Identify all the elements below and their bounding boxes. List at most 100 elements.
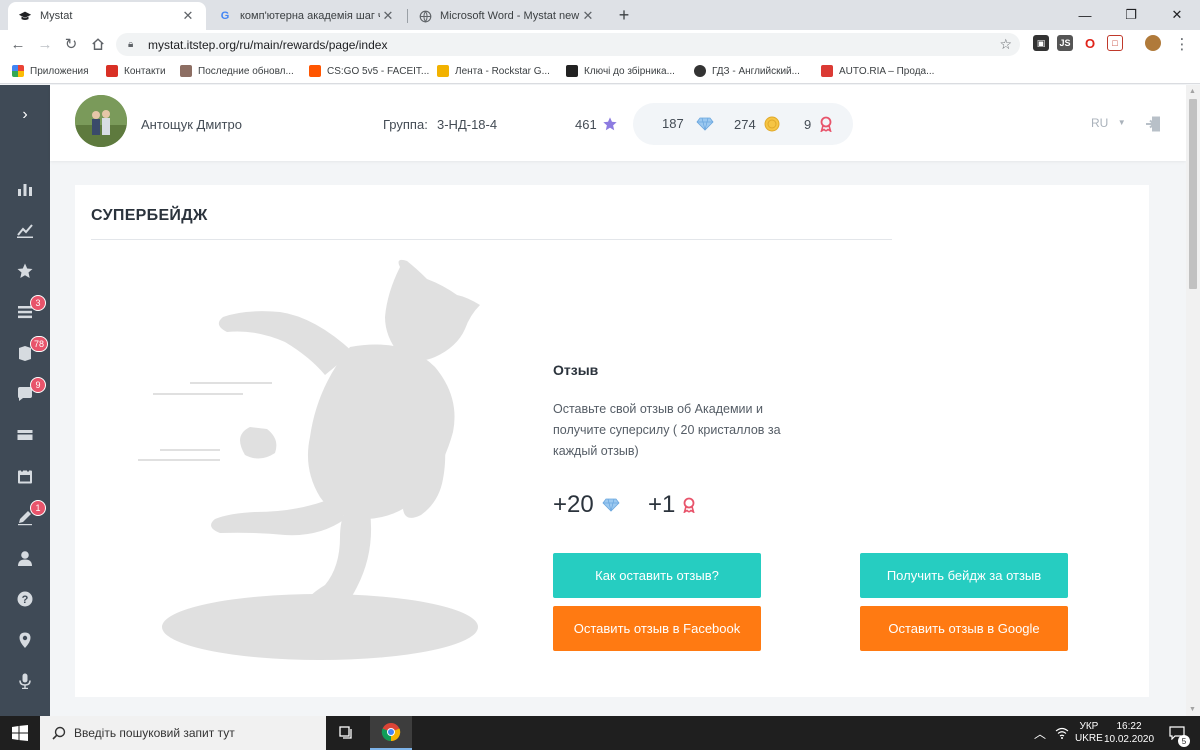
line-chart-icon (17, 224, 33, 238)
bookmark-favicon-icon (180, 65, 192, 77)
home-icon[interactable] (88, 34, 108, 54)
car-icon (821, 65, 833, 77)
language-selector[interactable]: RU ▼ (1091, 116, 1126, 130)
address-bar[interactable]: 🔒︎ mystat.itstep.org/ru/main/rewards/pag… (116, 33, 1020, 56)
sidebar-item-reviews[interactable]: 1 (0, 497, 50, 537)
superbadge-card: СУПЕРБЕЙДЖ Отзыв Оставьте свой отзыв об … (75, 185, 1149, 697)
bookmark-item[interactable]: Контакти (106, 63, 166, 79)
sidebar-item-library[interactable]: 78 (0, 333, 50, 373)
close-tab-icon[interactable]: ✕ (580, 8, 596, 24)
sidebar-item-profile[interactable] (0, 538, 50, 578)
bookmark-favicon-icon (566, 65, 578, 77)
close-tab-icon[interactable]: ✕ (180, 8, 196, 24)
calendar-icon (18, 468, 32, 484)
star-icon (603, 117, 617, 131)
bookmark-favicon-icon (694, 65, 706, 77)
tab-title: Microsoft Word - Mystat new (440, 10, 580, 22)
task-view-icon[interactable] (326, 716, 368, 750)
opera-icon[interactable]: O (1082, 35, 1098, 51)
bookmark-star-icon[interactable]: ☆ (999, 36, 1012, 53)
browser-tab-strip: Mystat ✕ G комп'ютерна академія шаг черк… (0, 0, 1200, 30)
chevron-down-icon: ▼ (1117, 118, 1126, 127)
location-icon (19, 632, 31, 648)
credit-card-icon (17, 430, 33, 440)
minimize-icon[interactable]: — (1062, 0, 1108, 30)
notification-center-icon[interactable]: 5 (1164, 716, 1190, 750)
bear-mascot-illustration (135, 257, 495, 667)
clock[interactable]: 16:22 10.02.2020 (1104, 716, 1154, 750)
profile-avatar[interactable] (1145, 35, 1161, 51)
bar-chart-icon (18, 184, 32, 196)
forward-arrow-icon[interactable]: → (35, 34, 55, 54)
scroll-down-icon[interactable]: ▼ (1189, 706, 1196, 713)
award-ribbon-icon (683, 497, 695, 513)
sidebar-item-homework[interactable]: 3 (0, 292, 50, 332)
scroll-thumb[interactable] (1189, 99, 1197, 289)
google-review-button[interactable]: Оставить отзыв в Google (860, 606, 1068, 651)
browser-toolbar: ← → ↻ 🔒︎ mystat.itstep.org/ru/main/rewar… (0, 30, 1200, 58)
chrome-taskbar-icon[interactable] (370, 716, 412, 750)
crystals-counter: 187 (662, 116, 714, 131)
tab-google-search[interactable]: G комп'ютерна академія шаг черк ✕ (208, 2, 406, 30)
extension-icon[interactable]: □ (1107, 35, 1123, 51)
search-placeholder: Введіть пошуковий запит тут (74, 726, 235, 740)
bookmark-label: CS:GO 5v5 - FACEIT... (327, 65, 430, 77)
page-scrollbar[interactable]: ▲ ▼ (1186, 85, 1200, 716)
tab-mystat[interactable]: Mystat ✕ (8, 2, 206, 30)
sidebar-expand-chevron-icon[interactable]: › (0, 85, 50, 145)
crystal-icon (602, 498, 620, 512)
sidebar-item-help[interactable]: ? (0, 579, 50, 619)
bookmark-item[interactable]: ГДЗ - Английский... (694, 63, 800, 79)
sidebar-item-feedback[interactable] (0, 661, 50, 701)
sidebar-item-rewards[interactable] (0, 251, 50, 291)
badge-name: Отзыв (553, 362, 599, 378)
microphone-icon (19, 673, 31, 689)
get-badge-button[interactable]: Получить бейдж за отзыв (860, 553, 1068, 598)
bookmark-item[interactable]: Приложения (12, 63, 89, 79)
how-to-review-button[interactable]: Как оставить отзыв? (553, 553, 761, 598)
user-header: Антощук Дмитро Группа: 3-НД-18-4 461 187… (50, 85, 1186, 161)
bookmark-item[interactable]: AUTO.RIA – Прода... (821, 63, 934, 79)
tab-word-doc[interactable]: Microsoft Word - Mystat new ✕ (408, 2, 606, 30)
sidebar-item-statistics[interactable] (0, 169, 50, 209)
taskbar-search-input[interactable]: Введіть пошуковий запит тут (40, 716, 326, 750)
sidebar-item-messages[interactable]: 9 (0, 374, 50, 414)
bookmark-label: Лента - Rockstar G... (455, 65, 550, 77)
google-icon: G (220, 10, 230, 22)
bookmark-label: AUTO.RIA – Прода... (839, 65, 935, 77)
bookmark-item[interactable]: Последние обновл... (180, 63, 294, 79)
tray-overflow-chevron-icon[interactable]: ︿ (1034, 716, 1046, 750)
sidebar-item-payments[interactable] (0, 415, 50, 455)
close-window-icon[interactable]: ✕ (1154, 0, 1200, 30)
restore-icon[interactable]: ❐ (1108, 0, 1154, 30)
menu-dots-icon[interactable]: ⋮ (1172, 34, 1192, 54)
bookmark-label: Последние обновл... (198, 65, 294, 77)
tab-title: Mystat (40, 10, 73, 22)
user-icon (18, 551, 32, 566)
group-label: Группа: (383, 117, 428, 132)
extension-icon[interactable]: ▣ (1033, 35, 1049, 51)
bookmark-item[interactable]: CS:GO 5v5 - FACEIT... (309, 63, 429, 79)
scroll-up-icon[interactable]: ▲ (1189, 88, 1196, 95)
avatar[interactable] (75, 95, 127, 147)
input-language-indicator[interactable]: УКР UKRE (1075, 716, 1103, 750)
sidebar-item-contacts[interactable] (0, 620, 50, 660)
crystals-count: 187 (662, 116, 684, 131)
facebook-review-button[interactable]: Оставить отзыв в Facebook (553, 606, 761, 651)
bookmarks-bar: Приложения Контакти Последние обновл... … (0, 58, 1200, 84)
sidebar-item-schedule[interactable] (0, 456, 50, 496)
extension-icon[interactable]: JS (1057, 35, 1073, 51)
new-tab-button[interactable]: + (614, 5, 634, 25)
start-button[interactable] (0, 716, 40, 750)
badge-description: Оставьте свой отзыв об Академии и получи… (553, 402, 781, 458)
wifi-icon[interactable] (1055, 716, 1069, 750)
bookmark-item[interactable]: Лента - Rockstar G... (437, 63, 550, 79)
back-arrow-icon[interactable]: ← (8, 34, 28, 54)
apps-grid-icon (12, 65, 24, 77)
reload-icon[interactable]: ↻ (61, 34, 81, 54)
close-tab-icon[interactable]: ✕ (380, 8, 396, 24)
bookmark-item[interactable]: Ключі до збірника... (566, 63, 675, 79)
svg-text:?: ? (22, 594, 29, 606)
sidebar-item-progress[interactable] (0, 210, 50, 250)
logout-icon[interactable] (1144, 115, 1162, 133)
